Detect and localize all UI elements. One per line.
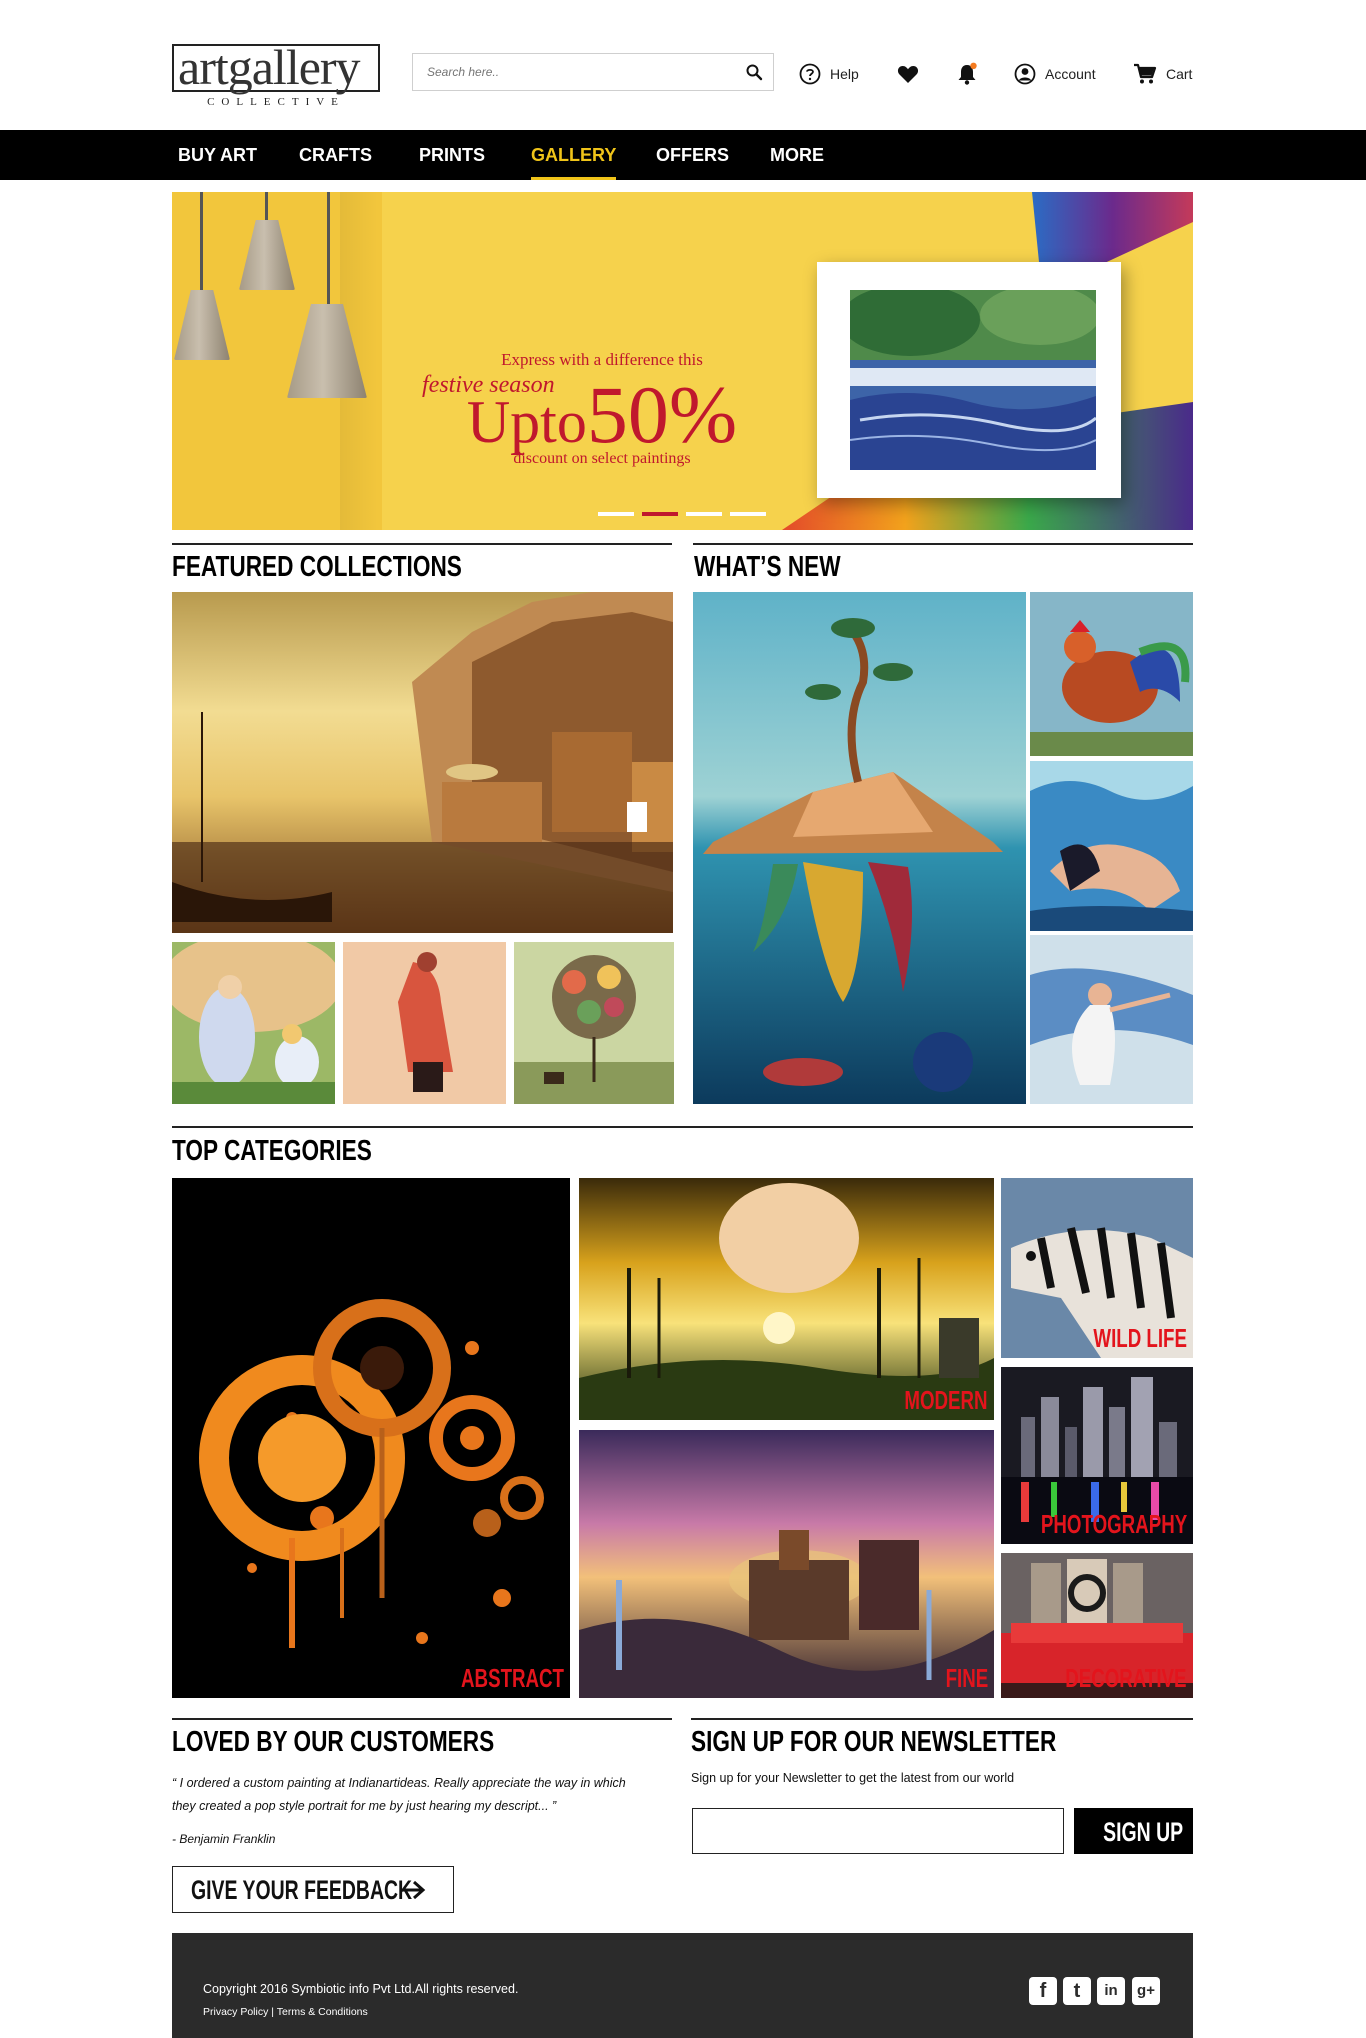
help-label: Help: [830, 66, 859, 82]
category-abstract[interactable]: ABSTRACT: [172, 1178, 570, 1698]
search-icon[interactable]: [745, 63, 763, 81]
site-logo[interactable]: artgallery COLLECTIVE: [172, 39, 382, 112]
featured-thumb-2[interactable]: [343, 942, 506, 1104]
category-decorative[interactable]: DECORATIVE: [1001, 1553, 1193, 1698]
nav-more[interactable]: MORE: [770, 130, 824, 180]
whats-new-thumb-swimmer[interactable]: [1030, 761, 1193, 931]
river-painting: [850, 290, 1096, 470]
carousel-dot-2[interactable]: [642, 512, 678, 516]
cart-link[interactable]: Cart: [1133, 60, 1192, 88]
site-footer: Copyright 2016 Symbiotic info Pvt Ltd.Al…: [172, 1933, 1193, 2038]
newsletter-heading: SIGN UP FOR OUR NEWSLETTER: [691, 1726, 1057, 1758]
search-box: [412, 53, 774, 91]
shopping-cart-icon: [1134, 63, 1157, 84]
account-label: Account: [1045, 66, 1096, 82]
category-photography[interactable]: PHOTOGRAPHY: [1001, 1367, 1193, 1544]
help-icon: [799, 63, 821, 85]
featured-divider: [172, 543, 672, 545]
fine-art: [579, 1430, 994, 1698]
site-header: artgallery COLLECTIVE Help: [0, 0, 1366, 130]
heart-icon: [897, 66, 919, 83]
give-feedback-button[interactable]: GIVE YOUR FEEDBACK: [172, 1866, 454, 1913]
search-input[interactable]: [413, 54, 733, 90]
sign-up-label: SIGN UP: [1103, 1817, 1184, 1847]
terms-conditions-link[interactable]: Terms & Conditions: [277, 2006, 368, 2018]
notifications-button[interactable]: [956, 60, 978, 88]
twitter-icon[interactable]: t: [1063, 1977, 1091, 2005]
featured-thumb-3[interactable]: [514, 942, 674, 1104]
arrow-right-icon: [403, 1880, 426, 1900]
newsletter-divider: [691, 1718, 1193, 1720]
testimonial-line-2: they created a pop style portrait for me…: [172, 1799, 557, 1813]
copyright-text: Copyright 2016 Symbiotic info Pvt Ltd.Al…: [203, 1982, 519, 1996]
hero-line-1: Express with a difference this: [501, 350, 703, 369]
newsletter-email-field[interactable]: [692, 1808, 1064, 1854]
give-feedback-label: GIVE YOUR FEEDBACK: [191, 1875, 413, 1905]
category-label-fine: FINE: [945, 1663, 988, 1693]
sign-up-button[interactable]: SIGN UP: [1074, 1808, 1193, 1854]
modern-art: [579, 1178, 994, 1420]
hero-discount-value: 50%: [586, 369, 738, 460]
top-categories-heading: TOP CATEGORIES: [172, 1135, 372, 1167]
nav-gallery[interactable]: GALLERY: [531, 130, 617, 180]
nav-buy-art[interactable]: BUY ART: [178, 130, 257, 180]
whats-new-thumb-dancer[interactable]: [1030, 935, 1193, 1104]
hero-carousel-dots: [598, 512, 766, 516]
bell-icon: [958, 62, 977, 85]
hero-discount-prefix: Upto: [466, 389, 587, 455]
footer-links: Privacy Policy | Terms & Conditions: [203, 2006, 368, 2018]
category-modern[interactable]: MODERN: [579, 1178, 994, 1420]
logo-subtitle: COLLECTIVE: [207, 96, 345, 108]
lamp-cord: [200, 192, 203, 302]
abstract-art: [199, 1299, 544, 1648]
whats-new-thumb-rooster[interactable]: [1030, 592, 1193, 756]
footer-link-separator: |: [268, 2006, 277, 2018]
hero-discount: Upto50%: [422, 374, 782, 456]
user-circle-icon: [1014, 63, 1036, 85]
testimonial-author: - Benjamin Franklin: [172, 1832, 276, 1846]
loved-divider: [172, 1718, 672, 1720]
google-plus-icon[interactable]: g+: [1132, 1977, 1160, 2005]
category-label-wildlife: WILD LIFE: [1093, 1323, 1187, 1353]
featured-main-painting[interactable]: [172, 592, 673, 933]
category-wildlife[interactable]: WILD LIFE: [1001, 1178, 1193, 1358]
facebook-icon[interactable]: f: [1029, 1977, 1057, 2005]
loved-by-customers-heading: LOVED BY OUR CUSTOMERS: [172, 1726, 495, 1758]
account-link[interactable]: Account: [1014, 60, 1096, 88]
carousel-dot-4[interactable]: [730, 512, 766, 516]
newsletter-description: Sign up for your Newsletter to get the l…: [691, 1771, 1015, 1785]
whats-new-main-painting[interactable]: [693, 592, 1026, 1104]
testimonial-line-1: “ I ordered a custom painting at Indiana…: [172, 1776, 626, 1790]
testimonial-quote: “ I ordered a custom painting at Indiana…: [172, 1772, 672, 1818]
nav-offers[interactable]: OFFERS: [656, 130, 729, 180]
nav-prints[interactable]: PRINTS: [419, 130, 485, 180]
category-label-photography: PHOTOGRAPHY: [1040, 1509, 1187, 1539]
cart-label: Cart: [1166, 66, 1193, 82]
wishlist-button[interactable]: [897, 60, 919, 88]
nav-crafts[interactable]: CRAFTS: [299, 130, 372, 180]
top-categories-divider: [172, 1126, 1193, 1128]
main-navigation: BUY ART CRAFTS PRINTS GALLERY OFFERS MOR…: [0, 130, 1366, 180]
carousel-dot-1[interactable]: [598, 512, 634, 516]
framed-painting: [817, 262, 1121, 498]
whats-new-divider: [693, 543, 1193, 545]
category-fine[interactable]: FINE: [579, 1430, 994, 1698]
whats-new-heading: WHAT’S NEW: [694, 551, 841, 583]
hero-promo-text: Express with a difference this festive s…: [422, 350, 782, 468]
hero-banner[interactable]: Express with a difference this festive s…: [172, 192, 1193, 530]
featured-thumb-1[interactable]: [172, 942, 335, 1104]
category-label-abstract: ABSTRACT: [461, 1663, 564, 1693]
linkedin-icon[interactable]: in: [1097, 1977, 1125, 2005]
privacy-policy-link[interactable]: Privacy Policy: [203, 2006, 268, 2018]
lamp-cord: [327, 192, 330, 317]
help-link[interactable]: Help: [799, 60, 859, 88]
logo-wordmark: artgallery: [178, 39, 361, 95]
category-label-modern: MODERN: [904, 1385, 988, 1415]
featured-collections-heading: FEATURED COLLECTIONS: [172, 551, 462, 583]
category-label-decorative: DECORATIVE: [1065, 1663, 1187, 1693]
carousel-dot-3[interactable]: [686, 512, 722, 516]
